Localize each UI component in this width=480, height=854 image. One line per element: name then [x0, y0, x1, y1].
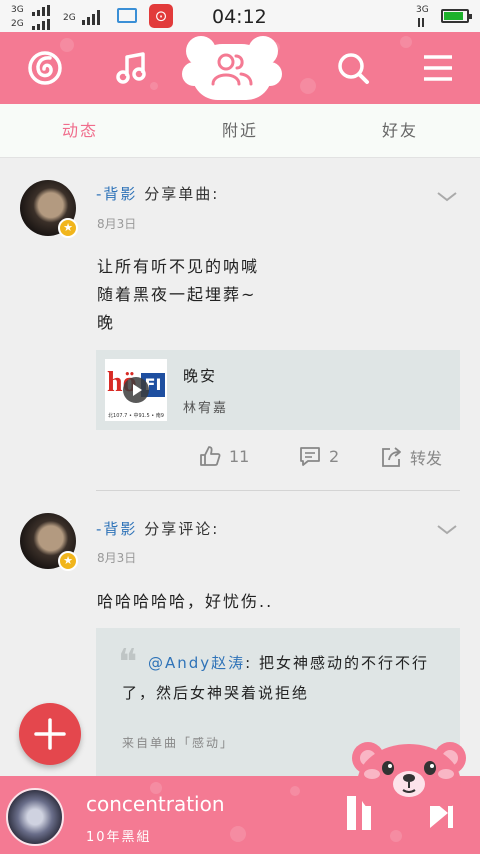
plus-icon: [34, 718, 66, 750]
sim3-network-label: 2G: [63, 13, 76, 23]
song-artist: 林宥嘉: [183, 401, 229, 416]
thumbs-up-icon: [200, 446, 221, 466]
clock: 04:12: [212, 6, 267, 28]
star-badge-icon: ★: [58, 551, 78, 571]
gallery-notification-icon: [117, 8, 137, 23]
now-playing-artist: 10年黑組: [86, 830, 152, 845]
shared-song-card[interactable]: hö FI 北107.7 • 中91.5 • 南9 晚安 林宥嘉: [96, 350, 460, 430]
comment-count: 2: [329, 446, 340, 466]
star-badge-icon: ★: [58, 218, 78, 238]
chevron-down-icon[interactable]: [437, 187, 457, 207]
post-action: 分享评论:: [144, 520, 220, 538]
comment-icon: [300, 447, 320, 466]
tab-nearby[interactable]: 附近: [160, 104, 320, 157]
share-button[interactable]: 转发: [380, 445, 442, 469]
menu-icon[interactable]: [416, 46, 460, 90]
feed-tabs: 动态 附近 好友: [0, 104, 480, 158]
friends-paw-icon[interactable]: [182, 36, 290, 100]
bear-mascot-icon: [352, 742, 466, 806]
now-playing-cover[interactable]: [6, 788, 64, 846]
song-cover: hö FI 北107.7 • 中91.5 • 南9: [105, 359, 167, 421]
comment-button[interactable]: 2: [299, 445, 339, 467]
feed-post: ★ -背影 分享单曲: 8月3日 让所有听不见的呐喊 随着黑夜一起埋葬~ 晚 h…: [0, 159, 480, 491]
post-header: -背影 分享单曲:: [96, 183, 219, 204]
avatar[interactable]: ★: [20, 180, 78, 238]
signal-2-icon: [32, 18, 50, 30]
username-link[interactable]: -背影: [96, 185, 137, 203]
post-date: 8月3日: [97, 551, 137, 565]
status-bar: 3G 2G 2G ⊙ 04:12 3G: [0, 0, 480, 32]
tab-dynamic[interactable]: 动态: [0, 104, 160, 157]
signal-3-icon: [82, 9, 100, 25]
signal-1-icon: [32, 4, 50, 16]
sim1-network-label: 3G: [11, 5, 24, 15]
tab-friends[interactable]: 好友: [320, 104, 480, 157]
music-note-icon[interactable]: [110, 46, 154, 90]
quote-source[interactable]: 来自单曲「感动」: [122, 734, 234, 751]
netease-logo-icon[interactable]: [23, 46, 67, 90]
share-icon: [382, 447, 401, 467]
now-playing-title: concentration: [86, 792, 225, 816]
avatar[interactable]: ★: [20, 513, 78, 571]
like-count: 11: [229, 446, 250, 466]
mention-link[interactable]: @Andy赵涛: [148, 654, 245, 672]
add-post-button[interactable]: [19, 703, 81, 765]
right-network-label: 3G: [416, 5, 429, 15]
post-date: 8月3日: [97, 217, 137, 231]
battery-icon: [441, 9, 472, 23]
quoted-comment-text: @Andy赵涛: 把女神感动的不行不行了，然后女神哭着说拒绝: [122, 654, 429, 702]
share-label: 转发: [410, 449, 443, 468]
chevron-down-icon[interactable]: [437, 520, 457, 540]
song-name: 晚安: [183, 367, 218, 385]
sim2-network-label: 2G: [11, 19, 24, 29]
post-divider: [96, 490, 460, 491]
post-text: 哈哈哈哈哈，好忧伤..: [97, 592, 274, 611]
netease-notification-icon: ⊙: [149, 4, 173, 28]
post-action: 分享单曲:: [144, 185, 220, 203]
post-text: 让所有听不见的呐喊 随着黑夜一起埋葬~ 晚: [97, 257, 260, 332]
post-header: -背影 分享评论:: [96, 518, 219, 539]
data-arrows-icon: [418, 17, 424, 27]
post-actions: 11 2 转发: [0, 445, 480, 475]
search-icon[interactable]: [331, 46, 375, 90]
play-icon[interactable]: [123, 377, 149, 403]
like-button[interactable]: 11: [199, 445, 249, 467]
username-link[interactable]: -背影: [96, 520, 137, 538]
